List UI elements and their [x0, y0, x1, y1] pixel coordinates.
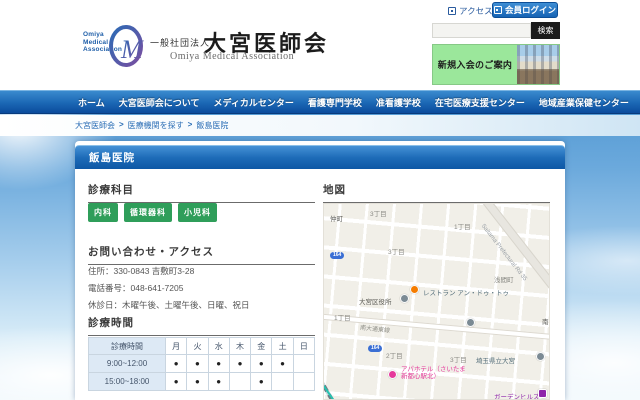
hours-mark: ● [250, 354, 273, 373]
new-membership-banner[interactable]: 新規入会のご案内 [432, 44, 560, 85]
map-label-sengencho: 浅間町 [494, 277, 514, 284]
nav-item-home-care-center[interactable]: 在宅医療支援センター [435, 96, 525, 109]
login-icon [493, 6, 502, 14]
phone-line: 電話番号：048-641-7205 [88, 283, 184, 293]
map-label-school[interactable]: 埼玉県立大宮 [476, 355, 515, 365]
hours-header-tue: 火 [186, 337, 209, 355]
page-root: Omiya Medical Association M 一般社団法人 大宮医師会… [0, 0, 640, 400]
map-label-1chome-top: 1丁目 [454, 224, 471, 231]
restaurant-marker-icon[interactable] [410, 285, 419, 294]
hours-mark: ● [207, 354, 230, 373]
hours-row-morning: 9:00~12:00 ● ● ● ● ● ● [87, 354, 316, 373]
map-label-restaurant[interactable]: レストラン アン・ドゥ・トゥ [423, 287, 509, 297]
address-line: 住所：330-0843 吉敷町3-28 [88, 266, 195, 276]
corp-type-label: 一般社団法人 [150, 38, 211, 48]
departments-heading: 診療科目 [88, 182, 315, 203]
breadcrumb-search-clinics[interactable]: 医療機関を探す [128, 120, 184, 131]
svg-text:M: M [120, 35, 144, 64]
hours-time-morning: 9:00~12:00 [87, 354, 167, 373]
breadcrumb-home[interactable]: 大宮医師会 [75, 120, 115, 131]
map-label-2chome: 2丁目 [386, 353, 403, 360]
closed-days-line: 休診日：木曜午後、土曜午後、日曜、祝日 [88, 300, 250, 310]
search-button[interactable]: 検索 [531, 22, 560, 39]
hours-table: 診療時間 月 火 水 木 金 土 日 9:00~12:00 ● ● ● ● ● … [87, 337, 316, 391]
login-label: 会員ログイン [504, 5, 556, 15]
hours-header-fri: 金 [250, 337, 273, 355]
hours-mark [292, 372, 316, 391]
bus-stop-icon[interactable] [466, 318, 475, 327]
map-label-minami: 南 [542, 319, 549, 326]
nav-item-medical-center[interactable]: メディカルセンター [213, 96, 293, 109]
banner-building-photo [517, 45, 559, 84]
school-icon[interactable] [536, 352, 545, 361]
hours-mark: ● [186, 354, 209, 373]
department-badges: 内科 循環器科 小児科 [88, 203, 217, 222]
hours-mark: ● [165, 372, 188, 391]
hours-mark [228, 372, 252, 391]
nav-item-nursing-college[interactable]: 看護専門学校 [308, 96, 362, 109]
badge-cardiology: 循環器科 [124, 203, 172, 222]
nav-item-occupational-health-center[interactable]: 地域産業保健センター [539, 96, 629, 109]
map[interactable]: 仲町 3丁目 1丁目 3丁目 Saitama Prefectural Rd 35… [323, 203, 550, 400]
access-link[interactable]: アクセス [448, 5, 493, 17]
hours-mark: ● [207, 372, 230, 391]
map-label-3chome-mid: 3丁目 [388, 249, 405, 256]
breadcrumb-separator: > [119, 120, 124, 129]
badge-pediatrics: 小児科 [178, 203, 217, 222]
route-164-shield: 164 [368, 345, 383, 352]
breadcrumb: 大宮医師会 > 医療機関を探す > 飯島医院 [75, 120, 228, 131]
hours-mark [292, 354, 316, 373]
hours-mark: ● [165, 354, 188, 373]
map-label-nakacho: 仲町 [330, 216, 343, 223]
map-label-garden-hills[interactable]: ガーデンヒルズ [494, 391, 540, 399]
search-button-label: 検索 [537, 26, 554, 35]
hotel-marker-icon[interactable] [388, 370, 397, 379]
hours-mark [271, 372, 294, 391]
hours-header-wed: 水 [207, 337, 230, 355]
map-heading: 地図 [323, 182, 550, 203]
site-header: Omiya Medical Association M 一般社団法人 大宮医師会… [0, 0, 640, 90]
hours-mark: ● [250, 372, 273, 391]
main-nav: ホーム 大宮医師会について メディカルセンター 看護専門学校 准看護学校 在宅医… [0, 90, 640, 114]
hours-header-mon: 月 [165, 337, 188, 355]
map-label-3chome-bottom: 3丁目 [450, 357, 467, 364]
hours-row-afternoon: 15:00~18:00 ● ● ● ● [87, 372, 316, 391]
hours-header-row: 診療時間 月 火 水 木 金 土 日 [87, 337, 316, 355]
breadcrumb-separator: > [187, 120, 193, 129]
hours-mark: ● [186, 372, 209, 391]
ward-office-icon[interactable] [400, 294, 409, 303]
hours-header-sat: 土 [271, 337, 294, 355]
map-label-ward-office[interactable]: 大宮区役所 [359, 296, 392, 306]
hours-mark: ● [228, 354, 252, 373]
badge-internal-medicine: 内科 [88, 203, 118, 222]
map-label-3chome-top: 3丁目 [370, 211, 387, 218]
content-card: 飯島医院 診療科目 内科 循環器科 小児科 お問い合わせ・アクセス 住所：330… [75, 141, 565, 400]
org-name-english: Omiya Medical Association [170, 51, 295, 62]
contact-heading: お問い合わせ・アクセス [88, 244, 315, 265]
map-label-1chome-left: 1丁目 [334, 315, 351, 322]
nav-item-home[interactable]: ホーム [78, 96, 105, 109]
hours-header-time: 診療時間 [87, 337, 167, 355]
hours-mark: ● [271, 354, 294, 373]
breadcrumb-band: 大宮医師会 > 医療機関を探す > 飯島医院 [0, 115, 640, 136]
breadcrumb-current: 飯島医院 [196, 121, 229, 130]
om-logo-icon: M [109, 25, 144, 67]
map-label-apa-hotel[interactable]: アパホテル（さいたま 新都心駅北） [401, 366, 466, 380]
hours-header-sun: 日 [292, 337, 316, 355]
apartment-icon[interactable] [538, 389, 547, 398]
member-login-button[interactable]: 会員ログイン [492, 2, 558, 18]
route-164-shield: 164 [330, 252, 345, 259]
hours-header-thu: 木 [228, 337, 252, 355]
hours-heading: 診療時間 [88, 315, 315, 336]
nav-item-assoc-nursing-school[interactable]: 准看護学校 [376, 96, 421, 109]
access-label: アクセス [459, 6, 493, 16]
search-input[interactable] [432, 23, 531, 38]
page-title: 飯島医院 [75, 145, 565, 169]
hours-time-afternoon: 15:00~18:00 [87, 372, 167, 391]
nav-item-about[interactable]: 大宮医師会について [119, 96, 200, 109]
banner-label: 新規入会のご案内 [433, 45, 517, 84]
access-icon [448, 7, 456, 15]
